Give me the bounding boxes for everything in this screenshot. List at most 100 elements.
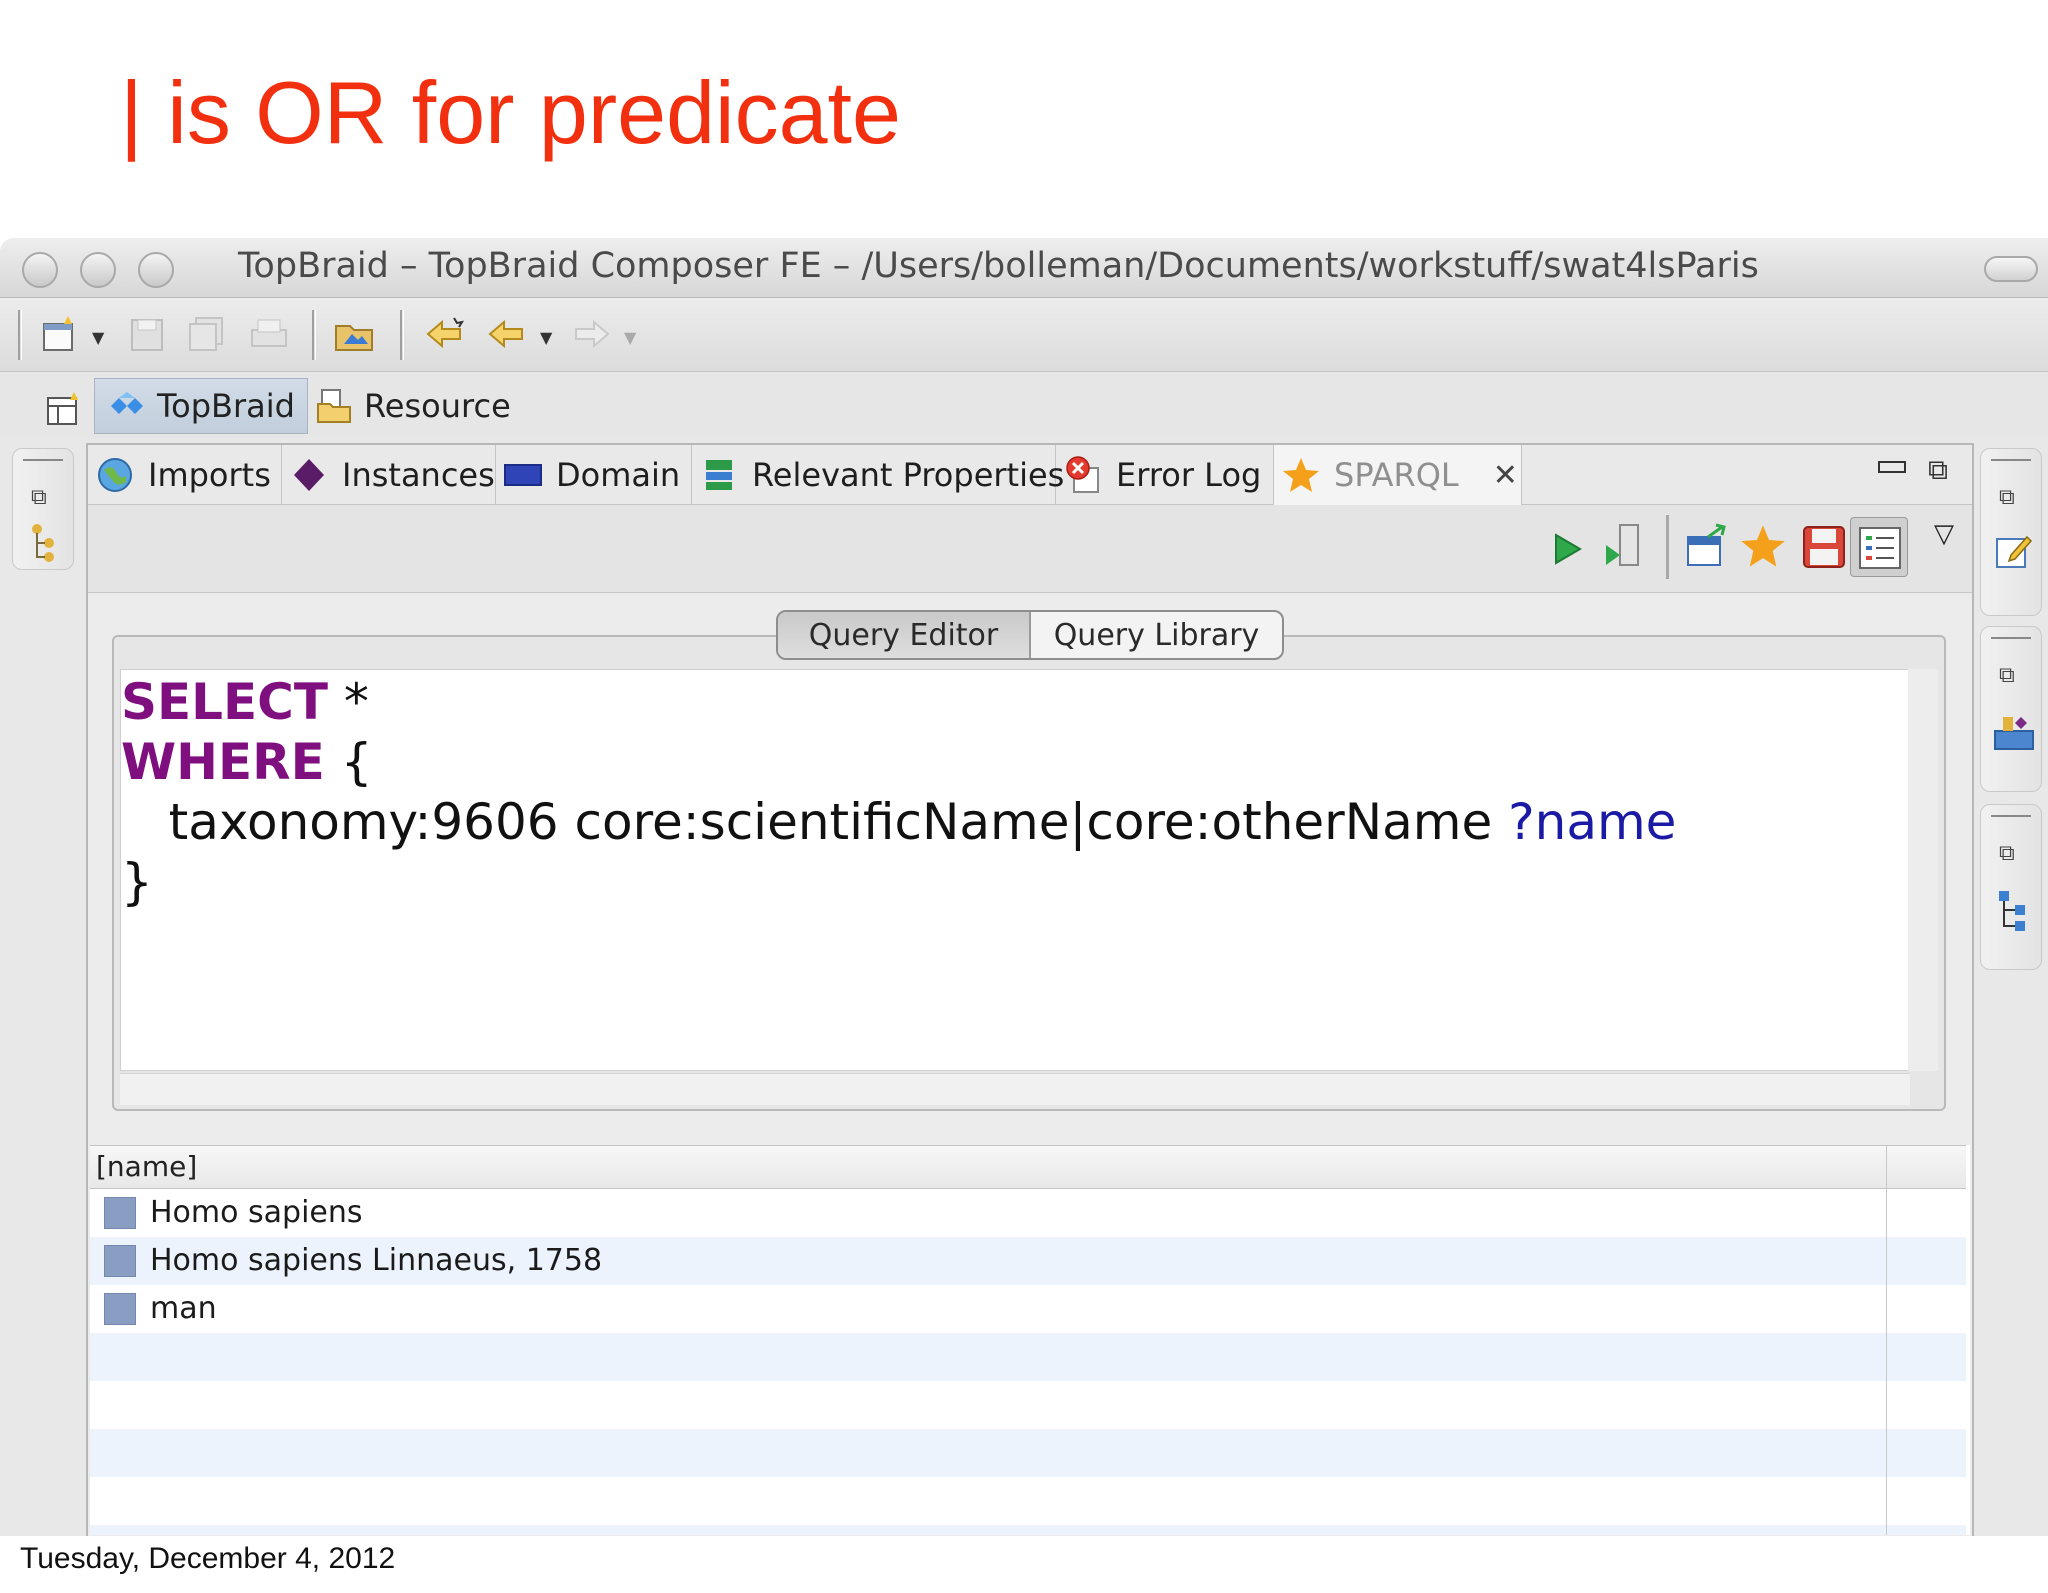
triple-pattern: taxonomy:9606 core:scientificName|core:o… xyxy=(121,793,1509,851)
editor-vertical-scrollbar[interactable] xyxy=(1908,669,1938,1071)
close-brace: } xyxy=(121,853,153,911)
tab-instances[interactable]: Instances xyxy=(282,445,496,505)
hierarchy-icon[interactable] xyxy=(29,523,59,567)
restore-icon[interactable]: ⧉ xyxy=(31,485,47,510)
tray-icon[interactable] xyxy=(1993,711,2035,755)
toolbar-separator xyxy=(1666,515,1669,579)
sparql-toolbar: ▽ xyxy=(88,505,1972,593)
domain-icon xyxy=(504,464,542,486)
tab-label: Instances xyxy=(342,456,495,494)
open-image-icon[interactable] xyxy=(334,314,376,354)
window-titlebar: TopBraid – TopBraid Composer FE – /Users… xyxy=(0,238,2048,298)
perspective-resource[interactable]: Resource xyxy=(302,378,523,434)
back-history-icon[interactable] xyxy=(424,314,466,354)
column-header-name[interactable]: [name] xyxy=(90,1145,1966,1189)
properties-icon xyxy=(706,460,732,490)
error-icon xyxy=(1066,456,1099,493)
empty-row xyxy=(90,1333,1966,1381)
run-step-icon[interactable] xyxy=(1602,523,1642,575)
back-dropdown-icon[interactable]: ▼ xyxy=(540,328,552,347)
new-dropdown-icon[interactable]: ▼ xyxy=(92,328,104,347)
maximize-view-icon[interactable]: ⧉ xyxy=(1928,453,1948,487)
tab-sparql[interactable]: SPARQL ✕ xyxy=(1274,445,1522,505)
forward-icon[interactable] xyxy=(570,314,612,354)
literal-icon xyxy=(104,1293,136,1325)
query-editor[interactable]: SELECT * WHERE { taxonomy:9606 core:scie… xyxy=(120,669,1910,1071)
keyword-where: WHERE xyxy=(121,733,325,791)
globe-icon xyxy=(98,458,132,492)
window-title: TopBraid – TopBraid Composer FE – /Users… xyxy=(238,246,1759,286)
close-window-button[interactable] xyxy=(22,252,58,288)
right-trim-stack-1: ⧉ xyxy=(1980,448,2042,616)
column-divider xyxy=(1886,1145,1887,1535)
toolbar-separator xyxy=(400,310,404,360)
results-format-button[interactable] xyxy=(1850,517,1908,577)
toolbar-toggle-button[interactable] xyxy=(1984,256,2038,282)
query-code[interactable]: SELECT * WHERE { taxonomy:9606 core:scie… xyxy=(121,672,1676,912)
tab-label: Error Log xyxy=(1116,456,1262,494)
cell-name: Homo sapiens xyxy=(150,1195,363,1230)
empty-row xyxy=(90,1429,1966,1477)
empty-row xyxy=(90,1525,1966,1535)
cell-name: Homo sapiens Linnaeus, 1758 xyxy=(150,1243,603,1278)
perspective-topbraid[interactable]: TopBraid xyxy=(94,378,308,434)
literal-icon xyxy=(104,1197,136,1229)
favorite-star-icon[interactable] xyxy=(1740,523,1786,573)
new-icon[interactable] xyxy=(40,314,82,354)
print-icon[interactable] xyxy=(248,314,290,354)
toolbar-separator xyxy=(18,310,22,360)
list-icon xyxy=(1859,527,1901,569)
trim-divider xyxy=(1991,815,2031,819)
view-menu-icon[interactable]: ▽ xyxy=(1934,519,1954,549)
variable-name: ?name xyxy=(1508,793,1677,851)
run-query-icon[interactable] xyxy=(1550,529,1586,573)
close-tab-icon[interactable]: ✕ xyxy=(1493,458,1518,493)
tab-imports[interactable]: Imports xyxy=(88,445,282,505)
tab-label: Imports xyxy=(148,456,271,494)
export-icon[interactable] xyxy=(1684,523,1728,575)
save-all-icon[interactable] xyxy=(186,314,228,354)
right-trim-stack-3: ⧉ xyxy=(1980,804,2042,970)
table-row[interactable]: Homo sapiens Linnaeus, 1758 xyxy=(90,1237,1966,1285)
tab-error-log[interactable]: Error Log xyxy=(1056,445,1274,505)
open-brace: { xyxy=(324,733,373,791)
restore-icon[interactable]: ⧉ xyxy=(1999,663,2015,688)
view-tab-bar: Imports Instances Domain Relevant Proper… xyxy=(88,445,1972,505)
topbraid-icon xyxy=(111,392,143,414)
tree-icon[interactable] xyxy=(1997,889,2029,939)
main-toolbar: ▼ ▼ ▼ xyxy=(0,298,2048,372)
minimize-window-button[interactable] xyxy=(80,252,116,288)
literal-icon xyxy=(104,1245,136,1277)
zoom-window-button[interactable] xyxy=(138,252,174,288)
tab-domain[interactable]: Domain xyxy=(496,445,692,505)
right-trim-stack-2: ⧉ xyxy=(1980,626,2042,792)
editor-area: Imports Instances Domain Relevant Proper… xyxy=(86,443,1974,1538)
query-mode-switch: Query Editor Query Library xyxy=(776,610,1284,660)
save-query-icon[interactable] xyxy=(1802,525,1846,573)
empty-row xyxy=(90,1381,1966,1429)
table-row[interactable]: man xyxy=(90,1285,1966,1333)
tab-query-library[interactable]: Query Library xyxy=(1031,612,1282,658)
resource-icon xyxy=(317,389,351,423)
forward-dropdown-icon[interactable]: ▼ xyxy=(624,328,636,347)
topbraid-window: TopBraid – TopBraid Composer FE – /Users… xyxy=(0,238,2048,1538)
perspective-bar: TopBraid Resource xyxy=(0,372,2048,438)
tab-query-editor[interactable]: Query Editor xyxy=(778,612,1031,658)
back-icon[interactable] xyxy=(486,314,528,354)
star-icon xyxy=(1283,458,1319,492)
restore-icon[interactable]: ⧉ xyxy=(1999,841,2015,866)
table-row[interactable]: Homo sapiens xyxy=(90,1189,1966,1237)
save-icon[interactable] xyxy=(126,314,168,354)
tab-label: SPARQL xyxy=(1334,456,1459,494)
edit-note-icon[interactable] xyxy=(1993,531,2033,575)
perspective-label: TopBraid xyxy=(157,387,295,425)
minimize-view-icon[interactable] xyxy=(1878,461,1906,473)
restore-icon[interactable]: ⧉ xyxy=(1999,485,2015,510)
left-trim-stack: ⧉ xyxy=(12,448,74,570)
trim-divider xyxy=(1991,637,2031,641)
editor-horizontal-scrollbar[interactable] xyxy=(120,1073,1910,1105)
open-perspective-icon[interactable] xyxy=(44,390,84,428)
tab-label: Relevant Properties xyxy=(752,456,1065,494)
tab-relevant-properties[interactable]: Relevant Properties xyxy=(692,445,1064,505)
query-editor-frame: SELECT * WHERE { taxonomy:9606 core:scie… xyxy=(112,635,1946,1111)
